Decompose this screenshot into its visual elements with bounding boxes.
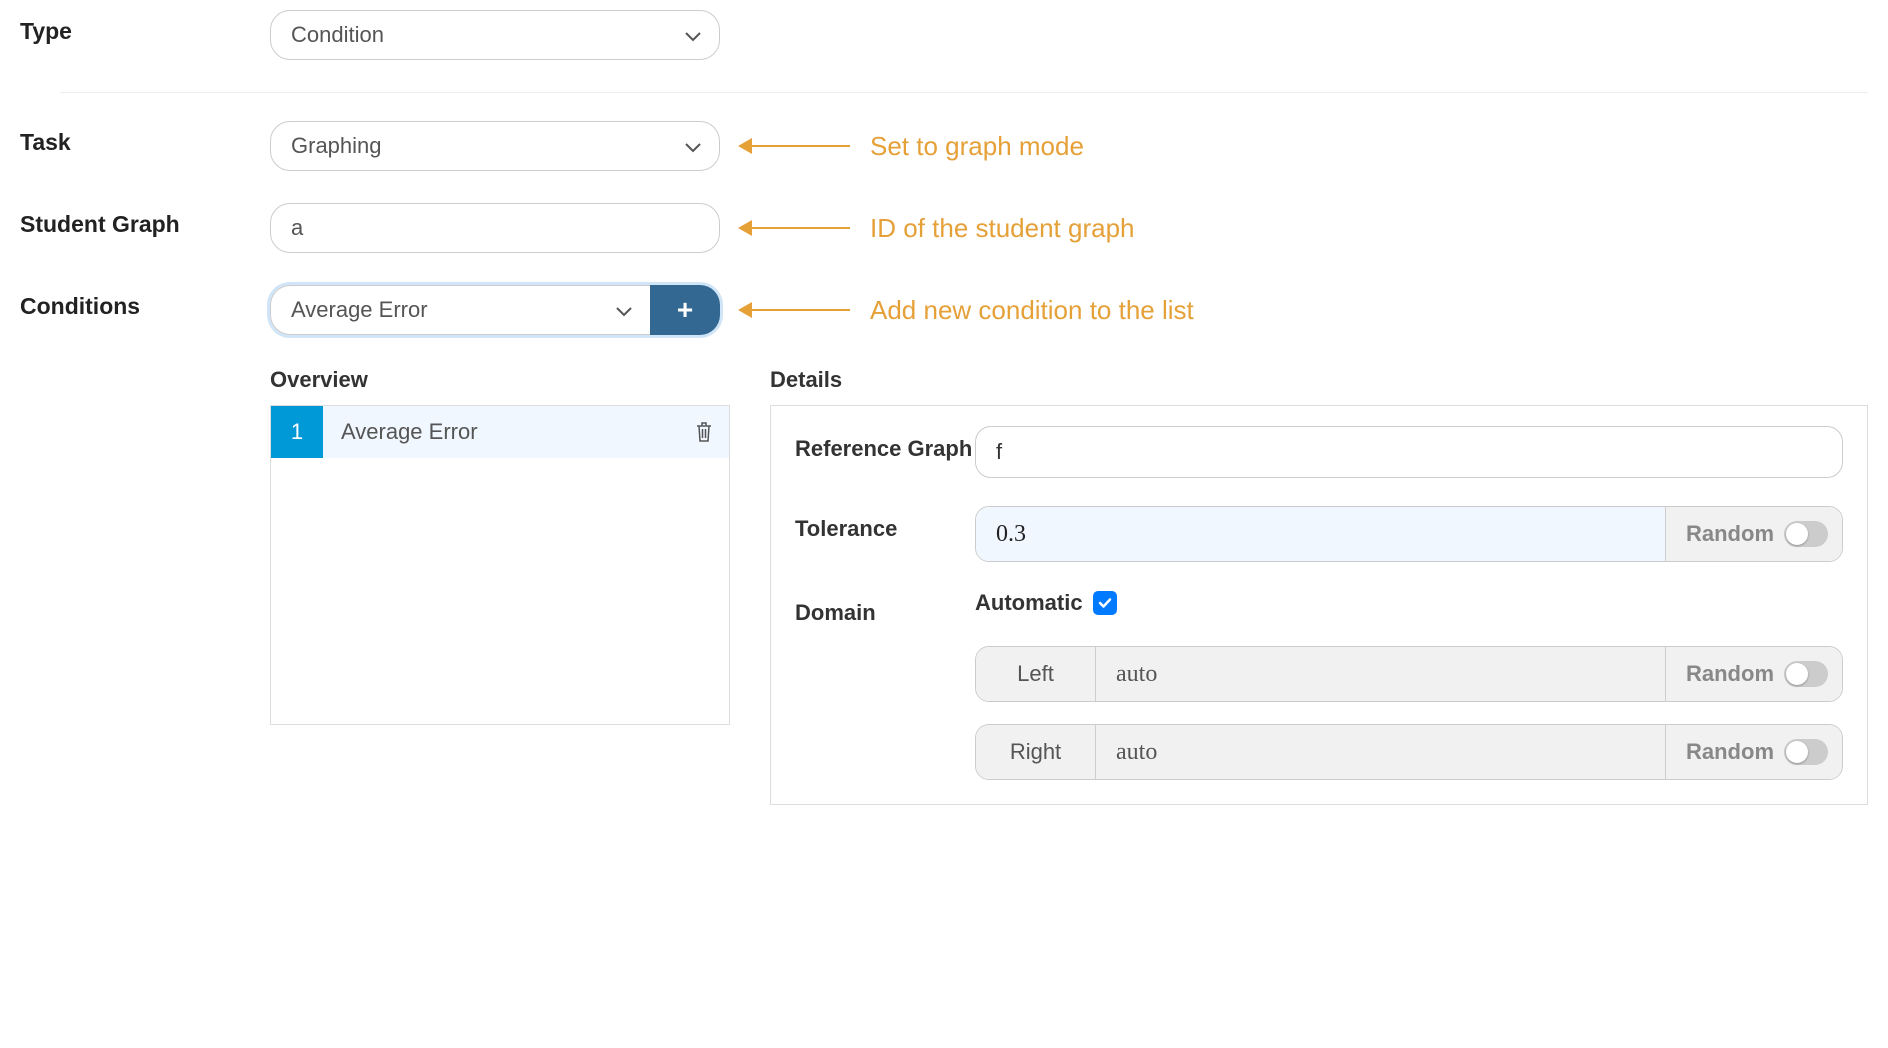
label-conditions: Conditions: [20, 285, 270, 320]
reference-graph-input[interactable]: [975, 426, 1843, 478]
overview-panel: 1 Average Error: [270, 405, 730, 725]
plus-icon: +: [677, 294, 693, 326]
label-tolerance: Tolerance: [795, 506, 975, 542]
condition-select[interactable]: Average Error: [270, 285, 650, 335]
row-tolerance: Tolerance 0.3 Random: [795, 506, 1843, 562]
add-condition-button[interactable]: +: [650, 285, 720, 335]
details-title: Details: [770, 367, 1868, 393]
chevron-down-icon: [616, 297, 632, 323]
label-student-graph: Student Graph: [20, 203, 270, 238]
tolerance-random-toggle[interactable]: [1784, 521, 1828, 547]
annotation-task: Set to graph mode: [740, 131, 1084, 162]
divider: [60, 92, 1868, 93]
annotation-task-text: Set to graph mode: [870, 131, 1084, 162]
label-reference-graph: Reference Graph: [795, 426, 975, 462]
random-label: Random: [1686, 521, 1774, 547]
automatic-checkbox[interactable]: [1093, 591, 1117, 615]
tolerance-random-segment: Random: [1665, 507, 1842, 561]
arrow-left-icon: [740, 309, 850, 311]
overview-title: Overview: [270, 367, 730, 393]
row-domain: Domain Automatic Left auto Random: [795, 590, 1843, 780]
type-select-value: Condition: [291, 22, 384, 48]
domain-left-input[interactable]: auto: [1096, 647, 1665, 701]
overview-item[interactable]: 1 Average Error: [271, 406, 729, 458]
annotation-student-graph-text: ID of the student graph: [870, 213, 1135, 244]
condition-select-value: Average Error: [291, 297, 428, 323]
domain-right-input[interactable]: auto: [1096, 725, 1665, 779]
domain-right-group: Right auto Random: [975, 724, 1843, 780]
domain-right-random-toggle[interactable]: [1784, 739, 1828, 765]
overview-section: Overview 1 Average Error: [270, 367, 730, 805]
row-conditions: Conditions Average Error + Add new condi…: [20, 285, 1868, 335]
random-label: Random: [1686, 661, 1774, 687]
random-label: Random: [1686, 739, 1774, 765]
type-select[interactable]: Condition: [270, 10, 720, 60]
domain-right-label: Right: [976, 725, 1096, 779]
label-type: Type: [20, 10, 270, 45]
row-task: Task Graphing Set to graph mode: [20, 121, 1868, 171]
domain-left-random-segment: Random: [1665, 647, 1842, 701]
automatic-label: Automatic: [975, 590, 1083, 616]
lower-panels: Overview 1 Average Error Details Referen…: [270, 367, 1868, 805]
row-reference-graph: Reference Graph: [795, 426, 1843, 478]
label-task: Task: [20, 121, 270, 156]
domain-left-label: Left: [976, 647, 1096, 701]
chevron-down-icon: [685, 133, 701, 159]
student-graph-input[interactable]: [270, 203, 720, 253]
row-type: Type Condition: [20, 10, 1868, 60]
annotation-student-graph: ID of the student graph: [740, 213, 1135, 244]
row-student-graph: Student Graph ID of the student graph: [20, 203, 1868, 253]
details-panel: Reference Graph Tolerance 0.3 Random: [770, 405, 1868, 805]
arrow-left-icon: [740, 145, 850, 147]
chevron-down-icon: [685, 22, 701, 48]
task-select[interactable]: Graphing: [270, 121, 720, 171]
task-select-value: Graphing: [291, 133, 382, 159]
domain-left-random-toggle[interactable]: [1784, 661, 1828, 687]
check-icon: [1097, 595, 1113, 611]
delete-condition-button[interactable]: [679, 421, 729, 443]
details-section: Details Reference Graph Tolerance 0.3 Ra…: [770, 367, 1868, 805]
arrow-left-icon: [740, 227, 850, 229]
overview-item-label: Average Error: [323, 419, 679, 445]
overview-item-index: 1: [271, 406, 323, 458]
trash-icon: [694, 421, 714, 443]
annotation-conditions-text: Add new condition to the list: [870, 295, 1194, 326]
label-domain: Domain: [795, 590, 975, 626]
tolerance-input[interactable]: 0.3: [976, 507, 1665, 561]
domain-left-group: Left auto Random: [975, 646, 1843, 702]
domain-right-random-segment: Random: [1665, 725, 1842, 779]
annotation-conditions: Add new condition to the list: [740, 295, 1194, 326]
